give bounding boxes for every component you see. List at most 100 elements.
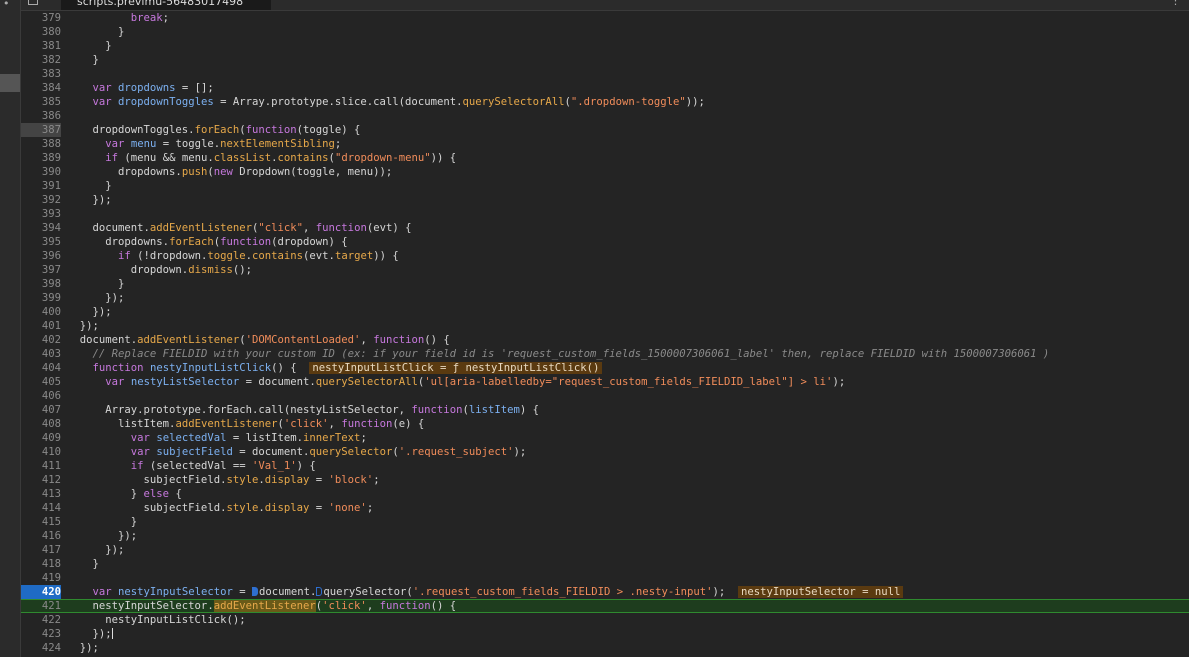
line-code: } xyxy=(67,516,138,528)
code-line-401[interactable]: 401 }); xyxy=(21,319,1189,333)
line-number-422[interactable]: 422 xyxy=(21,613,61,627)
code-line-383[interactable]: 383 xyxy=(21,67,1189,81)
code-line-397[interactable]: 397 dropdown.dismiss(); xyxy=(21,263,1189,277)
code-line-392[interactable]: 392 }); xyxy=(21,193,1189,207)
line-number-399[interactable]: 399 xyxy=(21,291,61,305)
code-line-420[interactable]: 420 var nestyInputSelector = document. qu… xyxy=(21,585,1189,599)
line-number-394[interactable]: 394 xyxy=(21,221,61,235)
code-line-386[interactable]: 386 xyxy=(21,109,1189,123)
code-line-389[interactable]: 389 if (menu && menu.classList.contains(… xyxy=(21,151,1189,165)
code-line-410[interactable]: 410 var subjectField = document.querySel… xyxy=(21,445,1189,459)
line-number-408[interactable]: 408 xyxy=(21,417,61,431)
line-number-412[interactable]: 412 xyxy=(21,473,61,487)
line-number-383[interactable]: 383 xyxy=(21,67,61,81)
line-number-391[interactable]: 391 xyxy=(21,179,61,193)
code-line-395[interactable]: 395 dropdowns.forEach(function(dropdown)… xyxy=(21,235,1189,249)
code-line-409[interactable]: 409 var selectedVal = listItem.innerText… xyxy=(21,431,1189,445)
code-line-382[interactable]: 382 } xyxy=(21,53,1189,67)
line-number-392[interactable]: 392 xyxy=(21,193,61,207)
line-number-380[interactable]: 380 xyxy=(21,25,61,39)
more-icon[interactable]: • xyxy=(3,0,10,10)
code-line-380[interactable]: 380 } xyxy=(21,25,1189,39)
code-line-424[interactable]: 424 }); xyxy=(21,641,1189,655)
line-number-413[interactable]: 413 xyxy=(21,487,61,501)
line-number-419[interactable]: 419 xyxy=(21,571,61,585)
line-number-401[interactable]: 401 xyxy=(21,319,61,333)
code-line-387[interactable]: 387 dropdownToggles.forEach(function(tog… xyxy=(21,123,1189,137)
toggle-navigator-icon[interactable] xyxy=(28,0,38,5)
code-line-423[interactable]: 423 }); xyxy=(21,627,1189,641)
code-line-385[interactable]: 385 var dropdownToggles = Array.prototyp… xyxy=(21,95,1189,109)
line-number-415[interactable]: 415 xyxy=(21,515,61,529)
code-line-391[interactable]: 391 } xyxy=(21,179,1189,193)
line-number-404[interactable]: 404 xyxy=(21,361,61,375)
line-number-393[interactable]: 393 xyxy=(21,207,61,221)
code-editor[interactable]: 379 break; 380 } 381 } 382 } 383 384 var drop… xyxy=(21,11,1189,657)
code-line-413[interactable]: 413 } else { xyxy=(21,487,1189,501)
line-number-418[interactable]: 418 xyxy=(21,557,61,571)
line-number-414[interactable]: 414 xyxy=(21,501,61,515)
line-code: subjectField.style.display = 'none'; xyxy=(67,502,374,514)
code-line-418[interactable]: 418 } xyxy=(21,557,1189,571)
code-line-411[interactable]: 411 if (selectedVal == 'Val_1') { xyxy=(21,459,1189,473)
editor-tab-active[interactable]: scripts.previmu-56483017498 xyxy=(61,0,271,10)
line-number-405[interactable]: 405 xyxy=(21,375,61,389)
line-number-382[interactable]: 382 xyxy=(21,53,61,67)
code-line-402[interactable]: 402 document.addEventListener('DOMConten… xyxy=(21,333,1189,347)
line-number-387[interactable]: 387 xyxy=(21,123,61,137)
line-number-395[interactable]: 395 xyxy=(21,235,61,249)
line-number-421[interactable]: 421 xyxy=(21,599,61,613)
line-code: }); xyxy=(67,544,125,556)
code-line-416[interactable]: 416 }); xyxy=(21,529,1189,543)
code-line-398[interactable]: 398 } xyxy=(21,277,1189,291)
code-line-421[interactable]: 421 nestyInputSelector.addEventListener(… xyxy=(21,599,1189,613)
line-number-384[interactable]: 384 xyxy=(21,81,61,95)
line-number-424[interactable]: 424 xyxy=(21,641,61,655)
line-number-400[interactable]: 400 xyxy=(21,305,61,319)
code-line-412[interactable]: 412 subjectField.style.display = 'block'… xyxy=(21,473,1189,487)
line-number-410[interactable]: 410 xyxy=(21,445,61,459)
code-line-417[interactable]: 417 }); xyxy=(21,543,1189,557)
code-line-403[interactable]: 403 // Replace FIELDID with your custom … xyxy=(21,347,1189,361)
line-number-402[interactable]: 402 xyxy=(21,333,61,347)
code-line-394[interactable]: 394 document.addEventListener("click", f… xyxy=(21,221,1189,235)
line-number-407[interactable]: 407 xyxy=(21,403,61,417)
line-number-411[interactable]: 411 xyxy=(21,459,61,473)
line-number-381[interactable]: 381 xyxy=(21,39,61,53)
more-options-icon[interactable]: ⋮ xyxy=(1170,0,1181,7)
line-number-398[interactable]: 398 xyxy=(21,277,61,291)
line-number-379[interactable]: 379 xyxy=(21,11,61,25)
line-number-403[interactable]: 403 xyxy=(21,347,61,361)
code-line-408[interactable]: 408 listItem.addEventListener('click', f… xyxy=(21,417,1189,431)
code-line-381[interactable]: 381 } xyxy=(21,39,1189,53)
code-line-414[interactable]: 414 subjectField.style.display = 'none'; xyxy=(21,501,1189,515)
line-number-396[interactable]: 396 xyxy=(21,249,61,263)
line-number-385[interactable]: 385 xyxy=(21,95,61,109)
code-line-384[interactable]: 384 var dropdowns = []; xyxy=(21,81,1189,95)
line-number-417[interactable]: 417 xyxy=(21,543,61,557)
code-line-415[interactable]: 415 } xyxy=(21,515,1189,529)
line-number-423[interactable]: 423 xyxy=(21,627,61,641)
code-line-396[interactable]: 396 if (!dropdown.toggle.contains(evt.ta… xyxy=(21,249,1189,263)
code-line-407[interactable]: 407 Array.prototype.forEach.call(nestyLi… xyxy=(21,403,1189,417)
code-line-405[interactable]: 405 var nestyListSelector = document.que… xyxy=(21,375,1189,389)
code-line-419[interactable]: 419 xyxy=(21,571,1189,585)
line-number-406[interactable]: 406 xyxy=(21,389,61,403)
code-line-404[interactable]: 404 function nestyInputListClick() { nes… xyxy=(21,361,1189,375)
line-number-390[interactable]: 390 xyxy=(21,165,61,179)
line-number-409[interactable]: 409 xyxy=(21,431,61,445)
code-line-406[interactable]: 406 xyxy=(21,389,1189,403)
code-line-379[interactable]: 379 break; xyxy=(21,11,1189,25)
code-line-388[interactable]: 388 var menu = toggle.nextElementSibling… xyxy=(21,137,1189,151)
code-line-399[interactable]: 399 }); xyxy=(21,291,1189,305)
line-number-388[interactable]: 388 xyxy=(21,137,61,151)
code-line-400[interactable]: 400 }); xyxy=(21,305,1189,319)
line-number-386[interactable]: 386 xyxy=(21,109,61,123)
line-number-397[interactable]: 397 xyxy=(21,263,61,277)
line-number-416[interactable]: 416 xyxy=(21,529,61,543)
code-line-390[interactable]: 390 dropdowns.push(new Dropdown(toggle, … xyxy=(21,165,1189,179)
code-line-422[interactable]: 422 nestyInputListClick(); xyxy=(21,613,1189,627)
line-number-420[interactable]: 420 xyxy=(21,585,61,599)
code-line-393[interactable]: 393 xyxy=(21,207,1189,221)
line-number-389[interactable]: 389 xyxy=(21,151,61,165)
